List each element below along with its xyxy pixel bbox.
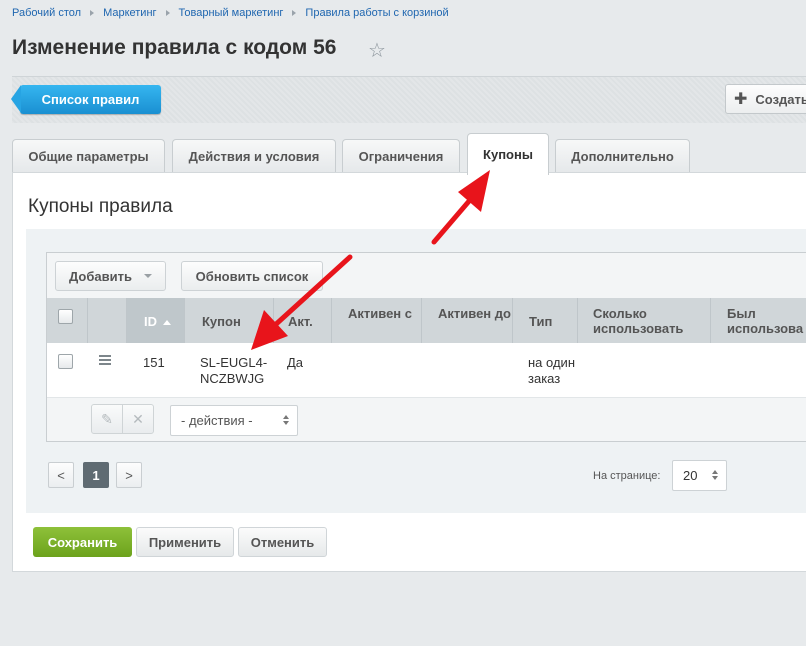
tab-general[interactable]: Общие параметры [12,139,165,173]
chevron-right-icon [292,10,297,16]
breadcrumb-link-marketing[interactable]: Маркетинг [103,7,156,19]
row-menu-icon[interactable] [99,355,111,367]
chevron-down-icon [143,274,152,278]
group-actions-select-value: - действия - [181,413,253,428]
chevron-right-icon [165,10,170,16]
section-title: Купоны правила [28,196,173,217]
column-header-active[interactable]: Акт. [273,298,331,343]
create-button[interactable]: ✚ Создать [725,84,806,114]
column-header-id-label: ID [144,314,157,329]
breadcrumb: Рабочий стол Маркетинг Товарный маркетин… [12,7,449,19]
column-header-used[interactable]: Был использова [710,298,806,343]
column-header-menu [87,298,126,343]
next-page-button[interactable]: > [116,462,142,488]
star-icon[interactable]: ☆ [368,38,386,63]
cell-coupon: SL-EUGL4-NCZBWJG [200,355,268,386]
apply-button[interactable]: Применить [136,527,234,557]
column-header-active-to[interactable]: Активен до [421,298,512,343]
add-button-label: Добавить [69,268,132,284]
breadcrumb-link-desktop[interactable]: Рабочий стол [12,7,81,19]
create-button-label: Создать [755,91,806,107]
tab-restrictions[interactable]: Ограничения [342,139,460,173]
sort-ascending-icon [163,320,171,326]
add-button[interactable]: Добавить [55,261,166,291]
select-arrows-icon [712,470,718,480]
per-page-select[interactable]: 20 [672,460,727,491]
row-checkbox[interactable] [58,354,73,369]
save-button[interactable]: Сохранить [33,527,132,557]
breadcrumb-link-product-marketing[interactable]: Товарный маркетинг [179,7,284,19]
tab-coupons[interactable]: Купоны [467,133,549,175]
column-header-coupon[interactable]: Купон [184,298,273,343]
tab-actions-conditions[interactable]: Действия и условия [172,139,336,173]
group-actions-bar [47,398,806,441]
refresh-list-button[interactable]: Обновить список [181,261,323,291]
page-title: Изменение правила с кодом 56 [12,36,337,59]
select-all-checkbox[interactable] [58,309,73,324]
cell-active: Да [287,355,304,370]
column-header-type[interactable]: Тип [512,298,577,343]
group-actions-select[interactable]: - действия - [170,405,298,436]
per-page-label: На странице: [593,470,661,482]
rule-list-button[interactable]: Список правил [11,85,161,114]
page-1-button[interactable]: 1 [83,462,109,488]
column-header-id[interactable]: ID [126,298,184,343]
plus-icon: ✚ [734,91,748,108]
column-header-usage-count[interactable]: Сколько использовать [577,298,710,343]
chevron-right-icon [90,10,95,16]
edit-pencil-icon[interactable]: ✎ [91,404,123,434]
column-header-active-from[interactable]: Активен с [331,298,421,343]
select-arrows-icon [283,415,289,425]
breadcrumb-link-cart-rules[interactable]: Правила работы с корзиной [305,7,448,19]
tab-additional[interactable]: Дополнительно [555,139,690,173]
cell-id: 151 [143,355,165,370]
per-page-value: 20 [683,468,698,483]
cell-type: на один заказ [528,355,575,386]
delete-x-icon[interactable]: ✕ [122,404,154,434]
prev-page-button[interactable]: < [48,462,74,488]
cancel-button[interactable]: Отменить [238,527,327,557]
